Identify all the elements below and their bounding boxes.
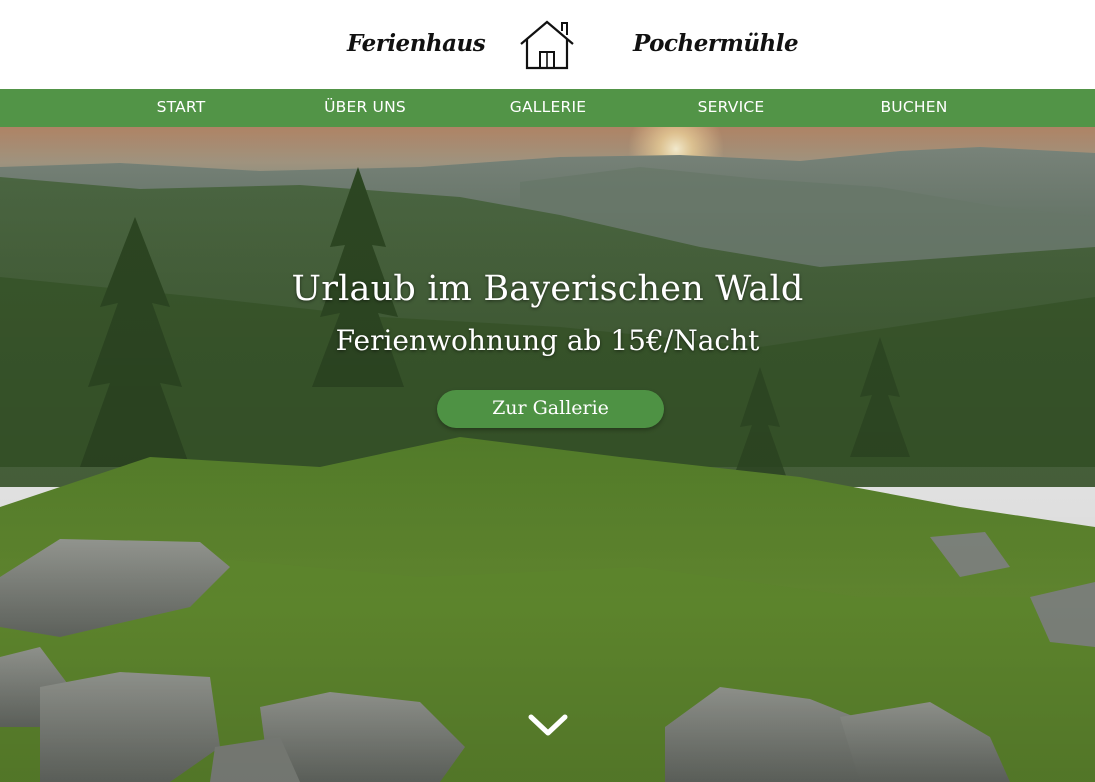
nav-item-service[interactable]: SERVICE [698,89,765,127]
hero-subtitle: Ferienwohnung ab 15€/Nacht [335,324,760,357]
main-nav: START ÜBER UNS GALLERIE SERVICE BUCHEN [0,89,1095,127]
nav-item-gallerie[interactable]: GALLERIE [510,89,586,127]
nav-item-ueber-uns[interactable]: ÜBER UNS [324,89,406,127]
nav-item-buchen[interactable]: BUCHEN [880,89,947,127]
hero-section: Urlaub im Bayerischen Wald Ferienwohnung… [0,127,1095,782]
brand-name-right: Pochermühle [633,30,799,57]
gallery-button[interactable]: Zur Gallerie [437,390,664,428]
chevron-down-icon[interactable] [526,711,570,741]
hero-title: Urlaub im Bayerischen Wald [291,269,804,309]
hero-background-image [0,127,1095,782]
nav-item-start[interactable]: START [157,89,206,127]
house-icon[interactable] [518,19,576,71]
site-header: Ferienhaus Pochermühle [0,0,1095,89]
brand-name-left: Ferienhaus [347,30,486,57]
